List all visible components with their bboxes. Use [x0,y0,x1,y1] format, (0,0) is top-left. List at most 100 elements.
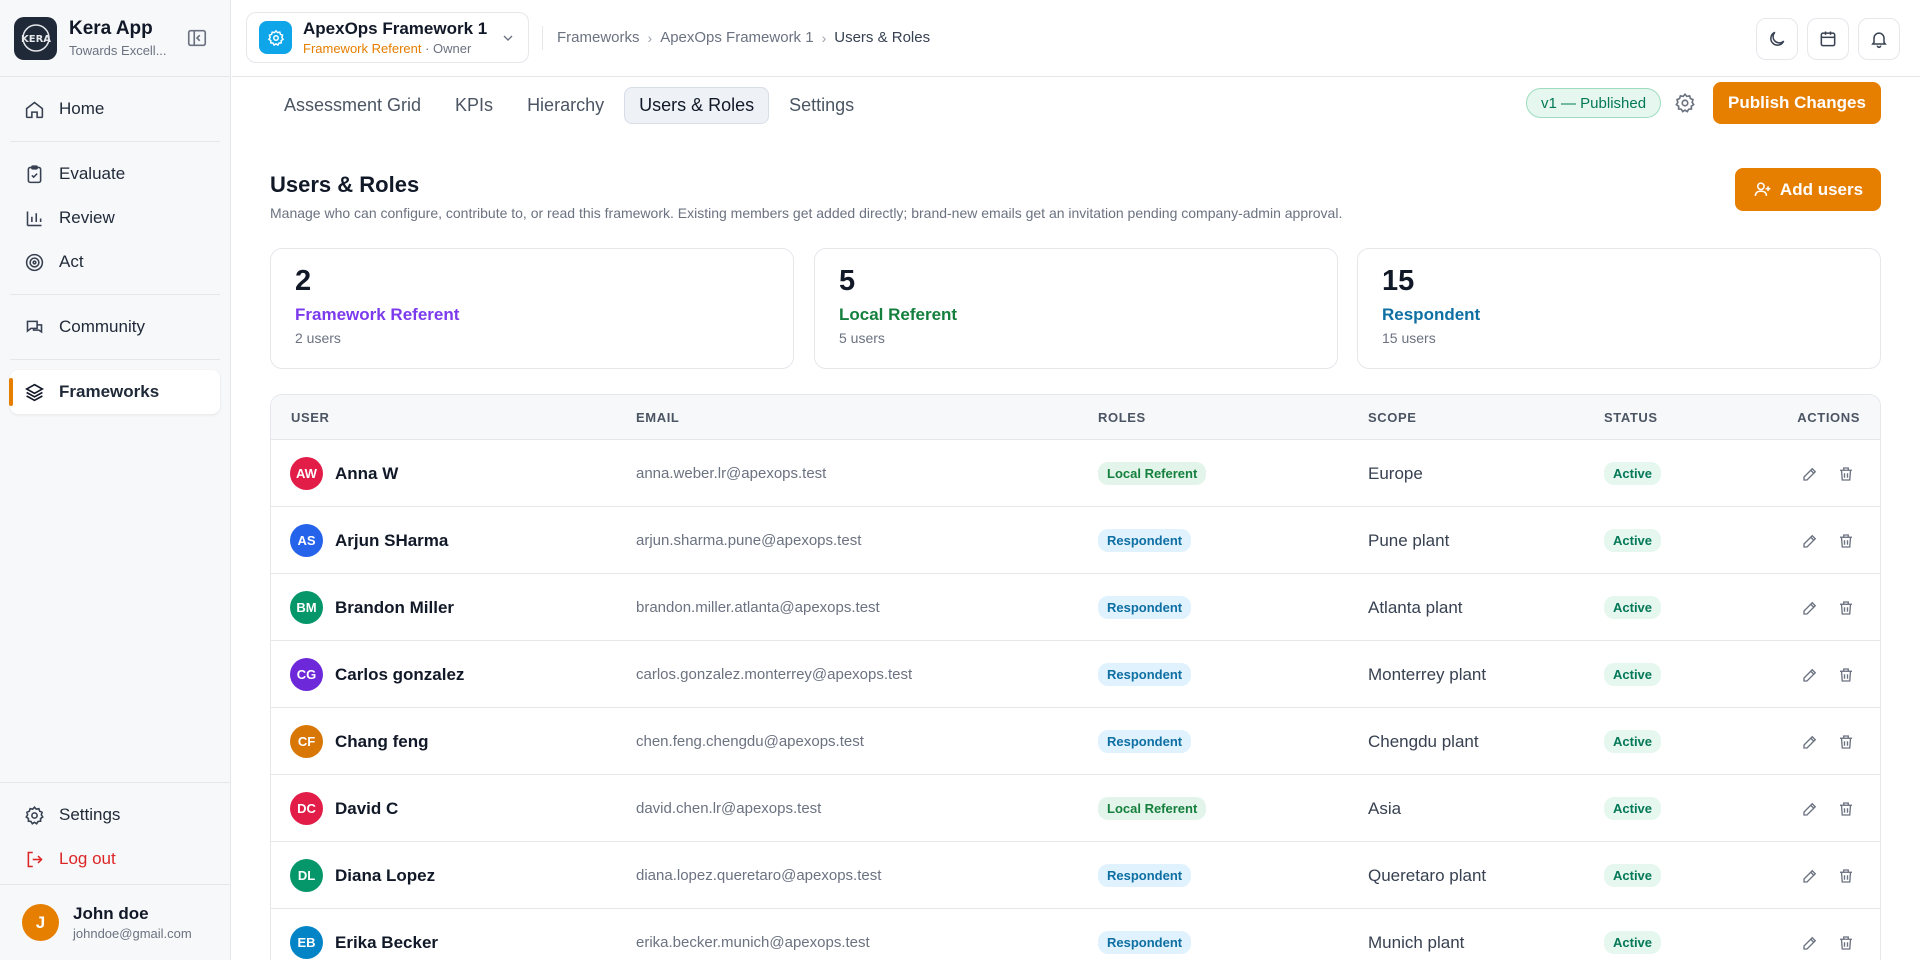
edit-icon[interactable] [1801,733,1819,751]
status-badge: Active [1604,864,1662,887]
table-row[interactable]: DC David C david.chen.lr@apexops.test Local… [271,775,1880,842]
user-scope: Atlanta plant [1368,597,1463,617]
avatar: EB [290,926,323,959]
trash-icon[interactable] [1837,934,1855,952]
edit-icon[interactable] [1801,599,1819,617]
calendar-button[interactable] [1807,18,1849,60]
table-row[interactable]: CF Chang feng chen.feng.chengdu@apexops.te… [271,708,1880,775]
nav-group-frameworks: Frameworks [9,360,220,424]
publish-changes-button[interactable]: Publish Changes [1713,82,1881,124]
user-scope: Munich plant [1368,932,1465,952]
actions-cell [1801,574,1819,641]
scope-cell: Asia [1368,775,1401,842]
user-cell: AS Arjun SHarma [290,507,448,574]
calendar-icon [1820,31,1836,47]
table-row[interactable]: AS Arjun SHarma arjun.sharma.pune@apexops.… [271,507,1880,574]
edit-icon[interactable] [1801,465,1819,483]
sidebar-item-frameworks[interactable]: Frameworks [9,370,220,414]
roles-cell: Respondent [1098,909,1192,960]
framework-switcher[interactable]: ApexOps Framework 1 Framework Referent ·… [246,12,529,63]
roles-cell: Respondent [1098,574,1192,641]
actions-cell [1837,909,1855,960]
notifications-button[interactable] [1858,18,1900,60]
user-cell: DL Diana Lopez [290,842,435,909]
trash-icon[interactable] [1837,800,1855,818]
user-name: Diana Lopez [335,865,436,885]
trash-icon[interactable] [1837,465,1855,483]
user-name: John doe [73,904,149,923]
stat-value: 5 [839,265,856,297]
framework-ownership: Owner [433,41,472,56]
actions-cell [1837,641,1855,708]
page-description: Manage who can configure, contribute to,… [270,205,1343,221]
roles-cell: Respondent [1098,507,1192,574]
table-row[interactable]: AW Anna W anna.weber.lr@apexops.test Local … [271,440,1880,507]
scope-cell: Europe [1368,440,1423,507]
stat-label: Respondent [1382,305,1481,324]
current-user[interactable]: J John doe johndoe@gmail.com [0,884,230,960]
tab-settings[interactable]: Settings [775,88,868,123]
table-row[interactable]: DL Diana Lopez diana.lopez.queretaro@apexo… [271,842,1880,909]
sidebar-item-home[interactable]: Home [10,87,220,131]
tab-assessment-grid[interactable]: Assessment Grid [270,88,435,123]
edit-icon[interactable] [1801,867,1819,885]
tab-hierarchy[interactable]: Hierarchy [513,88,618,123]
app-name: Kera App [69,18,153,39]
edit-icon[interactable] [1801,934,1819,952]
table-row[interactable]: BM Brandon Miller brandon.miller.atlanta@a… [271,574,1880,641]
user-scope: Europe [1368,463,1423,483]
table-row[interactable]: CG Carlos gonzalez carlos.gonzalez.monterr… [271,641,1880,708]
edit-icon[interactable] [1801,800,1819,818]
email-cell: erika.becker.munich@apexops.test [636,909,870,960]
status-badge: Active [1604,596,1662,619]
breadcrumb-current: Users & Roles [834,29,931,46]
sidebar-item-evaluate[interactable]: Evaluate [10,152,220,196]
actions-cell [1837,708,1855,775]
stat-sub: 5 users [839,330,885,346]
trash-icon[interactable] [1837,867,1855,885]
sidebar-item-community[interactable]: Community [10,305,220,349]
stat-sub: 15 users [1382,330,1436,346]
sidebar-item-act[interactable]: Act [10,240,220,284]
trash-icon[interactable] [1837,532,1855,550]
tab-kpis[interactable]: KPIs [441,88,507,123]
sidebar-item-settings[interactable]: Settings [10,793,220,837]
gear-icon [25,805,44,825]
avatar: CG [290,658,323,691]
add-users-button[interactable]: Add users [1735,168,1881,211]
user-scope: Pune plant [1368,530,1450,550]
sidebar-collapse-icon[interactable] [186,27,208,49]
add-users-label: Add users [1779,179,1864,199]
breadcrumb-frameworks[interactable]: Frameworks [557,29,640,46]
avatar: DL [290,859,323,892]
actions-cell [1801,708,1819,775]
gear-icon[interactable] [1674,92,1696,114]
user-email: erika.becker.munich@apexops.test [636,934,870,951]
sidebar-item-label: Home [59,99,105,118]
email-cell: david.chen.lr@apexops.test [636,775,821,842]
sidebar-item-label: Settings [59,805,121,824]
page-title: Users & Roles [270,172,420,197]
trash-icon[interactable] [1837,733,1855,751]
avatar: DC [290,792,323,825]
edit-icon[interactable] [1801,532,1819,550]
theme-toggle-button[interactable] [1756,18,1798,60]
trash-icon[interactable] [1837,666,1855,684]
logout-button[interactable]: Log out [10,837,220,881]
user-email: david.chen.lr@apexops.test [636,800,822,817]
scope-cell: Monterrey plant [1368,641,1486,708]
tab-users-roles[interactable]: Users & Roles [624,87,770,124]
table-row[interactable]: EB Erika Becker erika.becker.munich@apexop… [271,909,1880,960]
users-table: USER EMAIL ROLES SCOPE STATUS ACTIONS AW… [270,394,1881,960]
trash-icon[interactable] [1837,599,1855,617]
kera-logo: KERA [14,16,57,60]
stat-label: Framework Referent [295,305,460,324]
sidebar-item-review[interactable]: Review [10,196,220,240]
breadcrumb-framework[interactable]: ApexOps Framework 1 [660,29,813,46]
framework-icon [259,21,292,54]
app-tagline: Towards Excell... [69,43,167,58]
actions-cell [1837,775,1855,842]
sidebar-item-label: Frameworks [59,382,160,401]
edit-icon[interactable] [1801,666,1819,684]
scope-cell: Chengdu plant [1368,708,1479,775]
